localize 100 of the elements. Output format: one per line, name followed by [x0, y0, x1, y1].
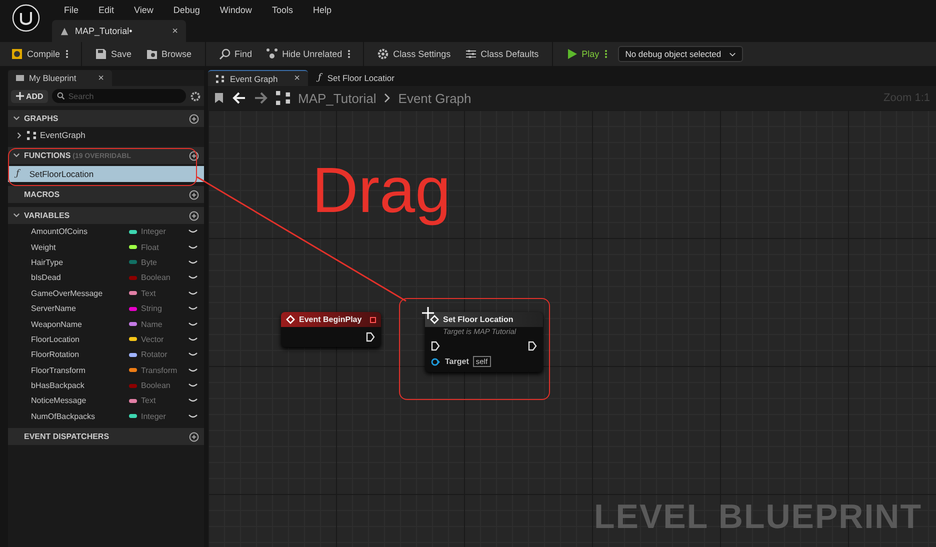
menu-item[interactable]: File: [64, 5, 79, 15]
menu-item[interactable]: Window: [220, 5, 252, 15]
variable-type: Vector: [141, 334, 165, 344]
section-header[interactable]: MACROS: [8, 186, 204, 203]
variable-name: HairType: [31, 258, 64, 267]
chevron-icon: [384, 93, 390, 103]
chevron-icon[interactable]: [13, 115, 20, 122]
graph-icon: [27, 130, 36, 140]
variable-row[interactable]: GameOverMessage Text: [8, 286, 204, 301]
chevron-icon[interactable]: [13, 212, 20, 219]
variable-name: WeaponName: [31, 320, 83, 329]
variable-row[interactable]: FloorRotation Rotator: [8, 347, 204, 363]
menu-item[interactable]: Help: [312, 5, 332, 15]
menu-item[interactable]: Edit: [98, 5, 114, 15]
variable-row[interactable]: bHasBackpack Boolean: [8, 378, 204, 394]
chevron-icon[interactable]: [13, 152, 20, 159]
variable-type: Integer: [141, 412, 167, 421]
graph-icon: [216, 74, 224, 82]
node-title: Event BeginPlay: [299, 315, 362, 324]
toolbar-button[interactable]: Class Defaults: [462, 46, 542, 62]
variable-row[interactable]: AmountOfCoins Integer: [8, 224, 204, 240]
close-icon[interactable]: ×: [294, 73, 300, 84]
settings-icon: [377, 48, 390, 60]
delegate-pin-icon[interactable]: [370, 316, 376, 322]
variable-name: NumOfBackpacks: [31, 412, 96, 421]
variable-type: Transform: [141, 366, 178, 375]
plus-icon: [16, 92, 24, 100]
settings-icon[interactable]: [190, 90, 201, 102]
variable-type: String: [141, 304, 163, 314]
variable-row[interactable]: bIsDead Boolean: [8, 270, 204, 286]
breadcrumb-link[interactable]: Event Graph: [398, 90, 472, 106]
back-arrow-icon[interactable]: [232, 92, 246, 104]
add-button[interactable]: ADD: [11, 90, 48, 102]
variable-type: Boolean: [141, 381, 172, 390]
toolbar-button[interactable]: Hide Unrelated: [263, 46, 354, 62]
variable-type: Integer: [141, 227, 167, 236]
variable-name: NoticeMessage: [31, 396, 88, 406]
variable-type: Float: [141, 242, 160, 252]
exec-pin-icon[interactable]: [366, 332, 375, 342]
variable-row[interactable]: WeaponName Name: [8, 316, 204, 332]
debug-object-dropdown[interactable]: No debug object selected: [618, 46, 744, 62]
toolbar-button[interactable]: Class Settings: [374, 46, 454, 62]
more-options-icon[interactable]: [605, 50, 608, 58]
variable-row[interactable]: ServerName String: [8, 300, 204, 316]
tree-item[interactable]: ƒ SetFloorLocation: [8, 166, 204, 182]
close-icon[interactable]: ×: [172, 26, 178, 36]
variable-type: Name: [141, 320, 164, 329]
variable-row[interactable]: FloorLocation Vector: [8, 332, 204, 348]
menu-item[interactable]: Tools: [272, 5, 293, 15]
tree-item[interactable]: EventGraph: [8, 127, 204, 143]
section-header[interactable]: VARIABLES: [8, 207, 204, 224]
caret-icon: [729, 52, 736, 56]
document-tab[interactable]: MAP_Tutorial• ×: [52, 20, 186, 42]
section-title: EVENT DISPATCHERS: [24, 432, 110, 442]
graph-tab[interactable]: ƒ Set Floor Locatior: [310, 70, 402, 86]
node-title: Set Floor Location: [443, 315, 514, 324]
add-circle-icon[interactable]: [189, 432, 199, 442]
forward-arrow-icon[interactable]: [254, 92, 268, 104]
bookmark-icon[interactable]: [214, 92, 224, 104]
object-pin-icon[interactable]: [431, 358, 441, 366]
variable-row[interactable]: NumOfBackpacks Integer: [8, 408, 204, 424]
event-node[interactable]: Event BeginPlay: [281, 312, 381, 347]
pin-label: Target: [445, 357, 469, 366]
add-circle-icon[interactable]: [189, 114, 199, 124]
graph-icon: [276, 91, 290, 105]
variable-row[interactable]: Weight Float: [8, 239, 204, 255]
more-options-icon[interactable]: [66, 50, 68, 58]
menu-item[interactable]: Debug: [173, 5, 200, 15]
more-options-icon[interactable]: [348, 50, 350, 58]
breadcrumb-link[interactable]: MAP_Tutorial: [298, 90, 376, 106]
exec-pin-icon[interactable]: [431, 341, 440, 351]
add-circle-icon[interactable]: [189, 210, 199, 220]
add-circle-icon[interactable]: [189, 190, 199, 200]
close-icon[interactable]: ×: [98, 72, 104, 84]
variable-type: Text: [141, 396, 157, 406]
event-diamond-icon: [286, 315, 295, 324]
variable-name: ServerName: [31, 304, 77, 314]
section-header[interactable]: EVENT DISPATCHERS: [8, 428, 204, 446]
variable-row[interactable]: FloorTransform Transform: [8, 362, 204, 378]
toolbar-button[interactable]: Browse: [142, 46, 195, 62]
exec-pin-icon[interactable]: [528, 341, 537, 351]
toolbar-button[interactable]: Compile: [8, 46, 72, 62]
save-icon: [95, 48, 108, 60]
search-icon: [218, 48, 231, 60]
toolbar-button[interactable]: Save: [92, 46, 135, 62]
panel-tab[interactable]: My Blueprint ×: [8, 70, 112, 86]
section-header[interactable]: GRAPHS: [8, 110, 204, 127]
chevron-icon[interactable]: [16, 132, 23, 138]
variable-row[interactable]: HairType Byte: [8, 254, 204, 270]
add-circle-icon[interactable]: [189, 150, 199, 160]
graph-tab[interactable]: Event Graph ×: [208, 70, 308, 86]
variable-name: GameOverMessage: [31, 288, 104, 298]
compile-icon: [11, 48, 23, 60]
toolbar-button[interactable]: Find: [216, 46, 256, 62]
variable-name: bHasBackpack: [31, 381, 86, 390]
menu-item[interactable]: View: [134, 5, 154, 15]
play-button[interactable]: Play: [562, 46, 610, 62]
variable-row[interactable]: NoticeMessage Text: [8, 393, 204, 409]
engine-logo[interactable]: [12, 4, 40, 32]
search-field[interactable]: Search: [52, 89, 186, 103]
